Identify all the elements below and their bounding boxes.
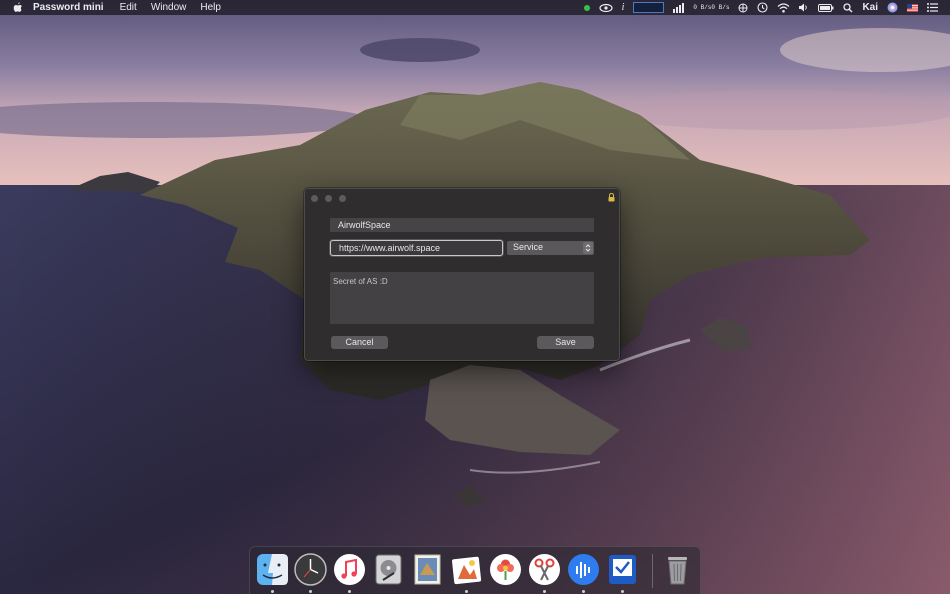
close-window-button[interactable] [311,195,318,202]
scissors-icon[interactable] [528,553,561,586]
cloud-sync-icon[interactable] [599,3,613,12]
preview-stamp-icon[interactable] [411,553,444,586]
secret-notes-textarea[interactable]: Secret of AS :D [330,272,594,324]
net-upload: 0 B/s [693,3,712,11]
music-icon[interactable] [333,553,366,586]
running-indicator [465,590,468,593]
password-entry-dialog: AirwolfSpace https://www.airwolf.space S… [304,188,620,361]
running-indicator [621,590,624,593]
menu-bar: Password mini Edit Window Help i 0 B/s 0… [0,0,950,15]
url-field[interactable]: https://www.airwolf.space [330,240,503,256]
running-indicator [348,590,351,593]
volume-icon[interactable] [799,3,809,12]
photo-editor-icon[interactable] [450,553,483,586]
info-icon[interactable]: i [622,2,625,13]
chevron-updown-icon [583,242,593,254]
us-flag-input-source-icon[interactable] [907,3,918,12]
net-download: 0 B/s [711,3,730,11]
signal-bars-icon[interactable] [673,2,685,13]
entry-type-value: Service [513,242,544,252]
spotlight-search-icon[interactable] [843,2,853,13]
apple-menu-icon[interactable] [13,2,23,13]
zoom-window-button[interactable] [339,195,346,202]
user-account-menu[interactable]: Kai [862,2,878,13]
dock-separator [652,554,653,588]
globe-icon[interactable] [738,3,748,13]
activity-graph-icon[interactable] [633,2,665,13]
running-indicator [543,590,546,593]
cancel-button[interactable]: Cancel [331,336,388,349]
status-indicator-icon[interactable] [583,4,590,11]
tasks-icon[interactable] [606,553,639,586]
battery-icon[interactable] [818,3,834,12]
clock-icon[interactable] [294,553,327,586]
running-indicator [309,590,312,593]
edit-menu[interactable]: Edit [120,0,137,15]
disk-utility-icon[interactable] [372,553,405,586]
lock-icon[interactable] [608,193,615,202]
running-indicator [271,590,274,593]
help-menu[interactable]: Help [200,0,221,15]
siri-icon[interactable] [887,2,898,13]
finder-icon[interactable] [256,553,289,586]
network-speed[interactable]: 0 B/s 0 B/s [693,3,730,11]
trash-icon[interactable] [661,553,694,586]
window-controls [311,195,353,202]
entry-type-select[interactable]: Service [507,241,594,255]
entry-title-field[interactable]: AirwolfSpace [330,218,594,232]
running-indicator [582,590,585,593]
window-menu[interactable]: Window [151,0,187,15]
wifi-icon[interactable] [777,2,790,13]
save-button[interactable]: Save [537,336,594,349]
app-menu[interactable]: Password mini [33,0,104,15]
audio-icon[interactable] [567,553,600,586]
notification-center-icon[interactable] [927,3,938,12]
minimize-window-button[interactable] [325,195,332,202]
photos-flower-icon[interactable] [489,553,522,586]
dock [249,546,701,594]
time-machine-icon[interactable] [757,2,768,13]
